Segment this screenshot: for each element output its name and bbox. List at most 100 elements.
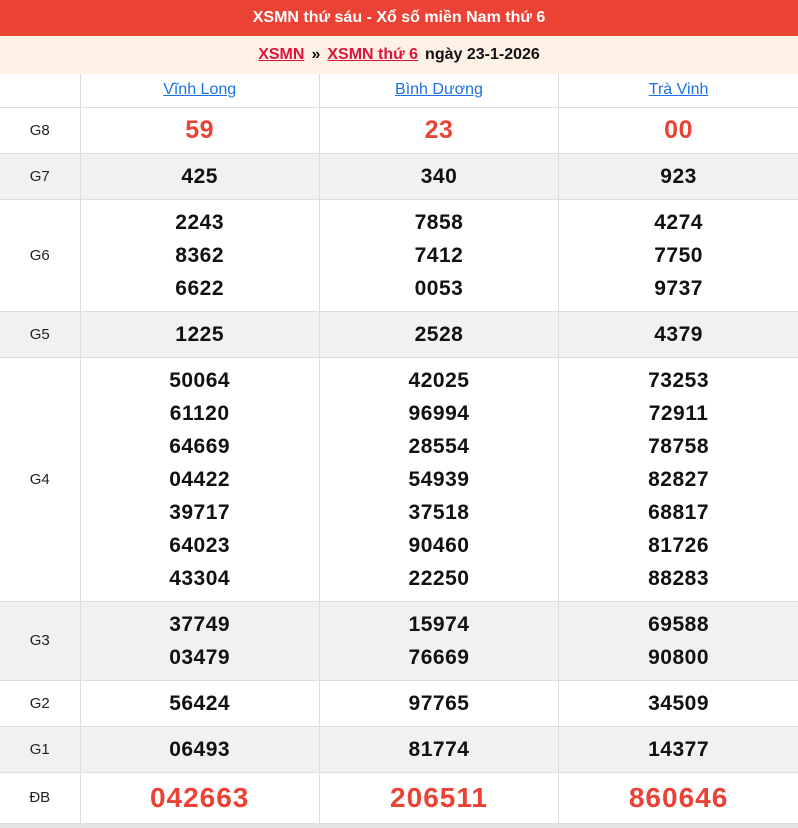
result-number: 15974 bbox=[320, 608, 558, 641]
result-number: 2528 bbox=[320, 318, 558, 351]
breadcrumb-date: ngày 23-1-2026 bbox=[425, 46, 540, 64]
result-number: 43304 bbox=[81, 562, 319, 595]
result-number: 23 bbox=[320, 114, 558, 147]
result-number: 37518 bbox=[320, 496, 558, 529]
result-number: 14377 bbox=[559, 733, 798, 766]
result-number: 90460 bbox=[320, 529, 558, 562]
result-number: 64023 bbox=[81, 529, 319, 562]
breadcrumb-link-xsmn-thu-6[interactable]: XSMN thứ 6 bbox=[327, 46, 418, 64]
prize-label: G7 bbox=[0, 153, 80, 199]
table-row-g2: G2564249776534509 bbox=[0, 680, 798, 726]
prize-label: G5 bbox=[0, 311, 80, 357]
province-link-vinh-long[interactable]: Vĩnh Long bbox=[163, 81, 236, 98]
result-number: 76669 bbox=[320, 641, 558, 674]
province-link-binh-duong[interactable]: Bình Dương bbox=[395, 81, 483, 98]
results-table: Vĩnh Long Bình Dương Trà Vinh G8592300G7… bbox=[0, 74, 798, 824]
result-cell: 6958890800 bbox=[559, 601, 798, 680]
result-cell: 785874120053 bbox=[319, 199, 558, 311]
table-header-row: Vĩnh Long Bình Dương Trà Vinh bbox=[0, 74, 798, 107]
result-cell: 3774903479 bbox=[80, 601, 319, 680]
result-number: 78758 bbox=[559, 430, 798, 463]
result-cell: 73253729117875882827688178172688283 bbox=[559, 357, 798, 601]
result-number: 00 bbox=[559, 114, 798, 147]
result-number: 4274 bbox=[559, 206, 798, 239]
result-cell: 14377 bbox=[559, 726, 798, 772]
result-number: 59 bbox=[81, 114, 319, 147]
breadcrumb-separator: » bbox=[311, 46, 320, 64]
result-number: 96994 bbox=[320, 397, 558, 430]
result-number: 61120 bbox=[81, 397, 319, 430]
table-row-g5: G5122525284379 bbox=[0, 311, 798, 357]
result-number: 6622 bbox=[81, 272, 319, 305]
result-number: 06493 bbox=[81, 733, 319, 766]
prize-label: G8 bbox=[0, 107, 80, 153]
result-number: 39717 bbox=[81, 496, 319, 529]
result-number: 340 bbox=[320, 160, 558, 193]
result-cell: 56424 bbox=[80, 680, 319, 726]
prize-label: G2 bbox=[0, 680, 80, 726]
result-cell: 042663 bbox=[80, 772, 319, 823]
result-number: 1225 bbox=[81, 318, 319, 351]
result-number: 64669 bbox=[81, 430, 319, 463]
result-number: 28554 bbox=[320, 430, 558, 463]
table-row-g3: G3377490347915974766696958890800 bbox=[0, 601, 798, 680]
table-row-g4: G450064611206466904422397176402343304420… bbox=[0, 357, 798, 601]
result-number: 50064 bbox=[81, 364, 319, 397]
breadcrumb: XSMN » XSMN thứ 6 ngày 23-1-2026 bbox=[0, 36, 798, 74]
result-number: 860646 bbox=[559, 779, 798, 817]
result-cell: 1225 bbox=[80, 311, 319, 357]
table-row-g1: G1064938177414377 bbox=[0, 726, 798, 772]
table-row-đb: ĐB042663206511860646 bbox=[0, 772, 798, 823]
result-number: 72911 bbox=[559, 397, 798, 430]
breadcrumb-link-xsmn[interactable]: XSMN bbox=[258, 46, 304, 64]
result-number: 54939 bbox=[320, 463, 558, 496]
result-cell: 00 bbox=[559, 107, 798, 153]
result-number: 81774 bbox=[320, 733, 558, 766]
result-cell: 427477509737 bbox=[559, 199, 798, 311]
result-number: 9737 bbox=[559, 272, 798, 305]
result-number: 7412 bbox=[320, 239, 558, 272]
result-cell: 42025969942855454939375189046022250 bbox=[319, 357, 558, 601]
prize-label: G1 bbox=[0, 726, 80, 772]
result-number: 03479 bbox=[81, 641, 319, 674]
result-number: 4379 bbox=[559, 318, 798, 351]
result-cell: 2528 bbox=[319, 311, 558, 357]
result-number: 04422 bbox=[81, 463, 319, 496]
result-cell: 59 bbox=[80, 107, 319, 153]
result-number: 0053 bbox=[320, 272, 558, 305]
province-link-tra-vinh[interactable]: Trà Vinh bbox=[649, 81, 709, 98]
column-header-binh-duong: Bình Dương bbox=[319, 74, 558, 107]
prize-label: G3 bbox=[0, 601, 80, 680]
result-number: 7750 bbox=[559, 239, 798, 272]
result-number: 42025 bbox=[320, 364, 558, 397]
result-number: 34509 bbox=[559, 687, 798, 720]
table-row-g8: G8592300 bbox=[0, 107, 798, 153]
column-header-vinh-long: Vĩnh Long bbox=[80, 74, 319, 107]
result-number: 2243 bbox=[81, 206, 319, 239]
result-number: 042663 bbox=[81, 779, 319, 817]
column-header-tra-vinh: Trà Vinh bbox=[559, 74, 798, 107]
result-cell: 206511 bbox=[319, 772, 558, 823]
result-number: 8362 bbox=[81, 239, 319, 272]
result-number: 923 bbox=[559, 160, 798, 193]
result-cell: 923 bbox=[559, 153, 798, 199]
result-number: 425 bbox=[81, 160, 319, 193]
result-number: 90800 bbox=[559, 641, 798, 674]
result-cell: 81774 bbox=[319, 726, 558, 772]
result-number: 69588 bbox=[559, 608, 798, 641]
result-number: 88283 bbox=[559, 562, 798, 595]
result-cell: 50064611206466904422397176402343304 bbox=[80, 357, 319, 601]
result-number: 82827 bbox=[559, 463, 798, 496]
result-cell: 860646 bbox=[559, 772, 798, 823]
result-cell: 34509 bbox=[559, 680, 798, 726]
result-number: 56424 bbox=[81, 687, 319, 720]
result-number: 97765 bbox=[320, 687, 558, 720]
result-number: 37749 bbox=[81, 608, 319, 641]
result-cell: 340 bbox=[319, 153, 558, 199]
result-number: 7858 bbox=[320, 206, 558, 239]
result-cell: 224383626622 bbox=[80, 199, 319, 311]
table-row-g7: G7425340923 bbox=[0, 153, 798, 199]
prize-label: G4 bbox=[0, 357, 80, 601]
page-title: XSMN thứ sáu - Xổ số miền Nam thứ 6 bbox=[253, 9, 546, 27]
prize-label-header bbox=[0, 74, 80, 107]
